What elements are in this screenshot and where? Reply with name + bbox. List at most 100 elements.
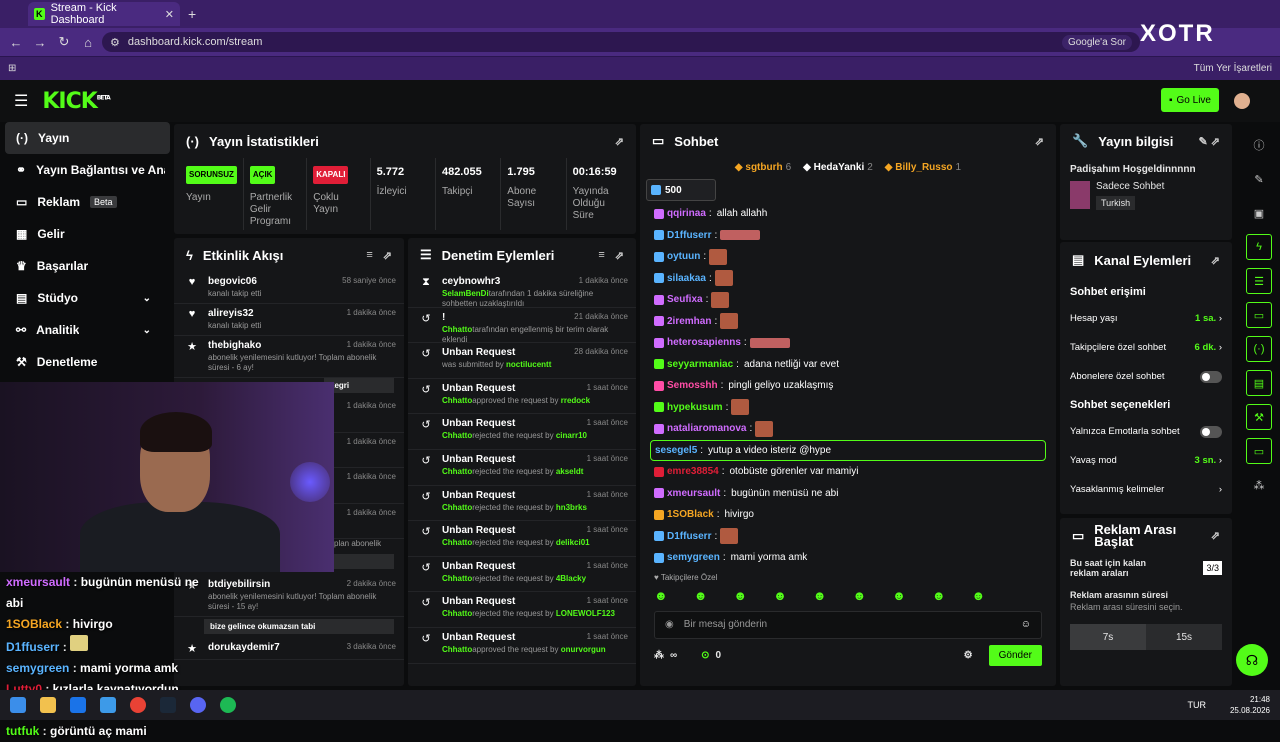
close-tab-icon[interactable]: ✕	[165, 8, 174, 21]
mail-icon[interactable]	[100, 697, 116, 713]
pinned-gifter[interactable]: ◆ Billy_Russo 1	[885, 162, 961, 173]
emote-icon[interactable]: ☻	[773, 588, 787, 603]
banned-words-row[interactable]: Yasaklanmış kelimeler ›	[1060, 475, 1232, 504]
back-icon[interactable]: ←	[4, 35, 28, 50]
settings-icon[interactable]: ⚙	[964, 650, 973, 661]
info-icon[interactable]: ⓘ	[1246, 132, 1272, 158]
channel-icon[interactable]: ▤	[1246, 370, 1272, 396]
mod-target[interactable]: 4Blacky	[556, 574, 586, 583]
mod-target[interactable]: LONEWOLF123	[556, 609, 615, 618]
chat-icon[interactable]: ▭	[1246, 302, 1272, 328]
chat-username[interactable]: hypekusum	[667, 402, 723, 413]
feed-user[interactable]: btdiyebilirsin	[208, 579, 270, 590]
kick-logo[interactable]: KICKBETA	[42, 89, 110, 114]
menu-icon[interactable]: ☰	[14, 91, 28, 111]
mod-item[interactable]: ↺ Unban Request 1 saat önce Chhattorejected…	[408, 414, 636, 450]
pinned-gifter[interactable]: ◆ sgtburh 6	[735, 162, 791, 173]
mod-target[interactable]: rredock	[561, 396, 590, 405]
sidebar-item-0[interactable]: (·) Yayın	[5, 122, 170, 154]
chat-username[interactable]: sesegel5	[655, 445, 697, 456]
emote-icon[interactable]: ☻	[892, 588, 906, 603]
popout-icon[interactable]: ⇗	[1035, 135, 1044, 148]
kick-points-icon[interactable]: ⁂	[654, 650, 664, 661]
chat-username[interactable]: Semosshh	[667, 380, 718, 391]
pinned-gifter[interactable]: ◆ HedaYanki 2	[803, 162, 873, 173]
emote-icon[interactable]: ☻	[972, 588, 986, 603]
windows-start-icon[interactable]	[10, 697, 26, 713]
mod-item[interactable]: ↺ Unban Request 1 saat önce Chhattoapproved…	[408, 628, 636, 664]
mod-target[interactable]: delikci01	[556, 538, 590, 547]
popout-icon[interactable]: ⇗	[1211, 530, 1220, 542]
camera-icon[interactable]: ▣	[1246, 200, 1272, 226]
sidebar-item-6[interactable]: ⚯ Analitik ⌄	[0, 314, 165, 346]
go-live-button[interactable]: ▪ Go Live	[1161, 88, 1219, 112]
browser-tab[interactable]: K Stream - Kick Dashboard ✕	[28, 2, 180, 26]
chrome-icon[interactable]	[130, 697, 146, 713]
home-icon[interactable]: ⌂	[76, 35, 100, 50]
sidebar-item-4[interactable]: ♛ Başarılar	[0, 250, 165, 282]
emote-icon[interactable]: ☻	[813, 588, 827, 603]
emote-icon[interactable]: ☻	[852, 588, 866, 603]
mod-item[interactable]: ⧗ ceybnowhr3 1 dakika önce SelamBenDitarafı…	[408, 272, 636, 308]
chat-username[interactable]: 1SOBlack	[667, 509, 714, 520]
mod-actor[interactable]: Chhatto	[442, 431, 472, 440]
chat-username[interactable]: emre38854	[667, 466, 719, 477]
file-explorer-icon[interactable]	[40, 697, 56, 713]
chat-username[interactable]: Seufixa	[667, 294, 703, 305]
popout-icon[interactable]: ⇗	[615, 135, 624, 148]
chat-input[interactable]: ◉ Bir mesaj gönderin ☺	[654, 610, 1042, 639]
mod-actor[interactable]: Chhatto	[442, 325, 472, 334]
mod-item[interactable]: ↺ Unban Request 1 saat önce Chhattorejected…	[408, 557, 636, 593]
ad-icon[interactable]: ▭	[1246, 438, 1272, 464]
mod-actor[interactable]: SelamBenDi	[442, 289, 489, 298]
sub-only-toggle[interactable]	[1200, 370, 1222, 383]
spotify-icon[interactable]	[220, 697, 236, 713]
all-bookmarks[interactable]: Tüm Yer İşaretleri	[1194, 63, 1272, 74]
chat-username[interactable]: oytuun	[667, 251, 700, 262]
discord-icon[interactable]	[190, 697, 206, 713]
chat-username[interactable]: semygreen	[667, 552, 720, 563]
chat-username[interactable]: D1ffuserr	[667, 230, 711, 241]
mod-target[interactable]: akseldt	[556, 467, 584, 476]
feed-user[interactable]: begovic06	[208, 276, 257, 287]
emoji-circle-icon[interactable]: ◉	[665, 619, 674, 630]
filter-icon[interactable]: ≡	[598, 249, 604, 261]
sidebar-item-5[interactable]: ▤ Stüdyo ⌄	[0, 282, 165, 314]
mod-actor[interactable]: Chhatto	[442, 396, 472, 405]
popout-icon[interactable]: ⇗	[383, 249, 392, 262]
feed-user[interactable]: alireyis32	[208, 308, 254, 319]
chat-username[interactable]: xmeursault	[667, 488, 720, 499]
language-indicator[interactable]: TUR	[1187, 700, 1206, 710]
mod-actor[interactable]: Chhatto	[442, 609, 472, 618]
clock[interactable]: 21:48 25.08.2026	[1230, 694, 1270, 716]
slow-mode-row[interactable]: Yavaş mod 3 sn. ›	[1060, 446, 1232, 475]
mod-target[interactable]: onurvorgun	[561, 645, 606, 654]
reload-icon[interactable]: ↻	[52, 34, 76, 50]
edit-icon[interactable]: ✎	[1246, 166, 1272, 192]
mod-target[interactable]: hn3brks	[556, 503, 587, 512]
emote-icon[interactable]: ☻	[654, 588, 668, 603]
app-icon[interactable]	[70, 697, 86, 713]
avatar[interactable]	[1234, 93, 1250, 109]
mod-actor[interactable]: Chhatto	[442, 574, 472, 583]
google-search-button[interactable]: Google'a Sor	[1061, 34, 1132, 50]
mod-actor[interactable]: noctilucentt	[506, 360, 551, 369]
emote-only-toggle[interactable]	[1200, 425, 1222, 438]
new-tab-icon[interactable]: +	[188, 6, 196, 22]
chat-username[interactable]: qqirinaa	[667, 208, 706, 219]
lightning-icon[interactable]: ϟ	[1246, 234, 1272, 260]
chat-username[interactable]: silaakaa	[667, 273, 706, 284]
feed-user[interactable]: thebighako	[208, 340, 261, 351]
chat-username[interactable]: D1ffuserr	[667, 531, 711, 542]
sidebar-item-7[interactable]: ⚒ Denetleme	[0, 346, 165, 378]
mod-item[interactable]: ↺ Unban Request 1 saat önce Chhattorejected…	[408, 450, 636, 486]
mod-target[interactable]: cinarr10	[556, 431, 587, 440]
apps-icon[interactable]: ⊞	[8, 63, 16, 74]
popout-icon[interactable]: ⇗	[615, 249, 624, 262]
forward-icon[interactable]: →	[28, 35, 52, 50]
edit-icon[interactable]: ✎ ⇗	[1199, 135, 1221, 148]
duration-15s[interactable]: 15s	[1146, 624, 1222, 650]
mod-item[interactable]: ↺ Unban Request 1 saat önce Chhattorejected…	[408, 521, 636, 557]
sidebar-item-3[interactable]: ▦ Gelir	[0, 218, 165, 250]
mod-item[interactable]: ↺ Unban Request 1 saat önce Chhattorejected…	[408, 592, 636, 628]
